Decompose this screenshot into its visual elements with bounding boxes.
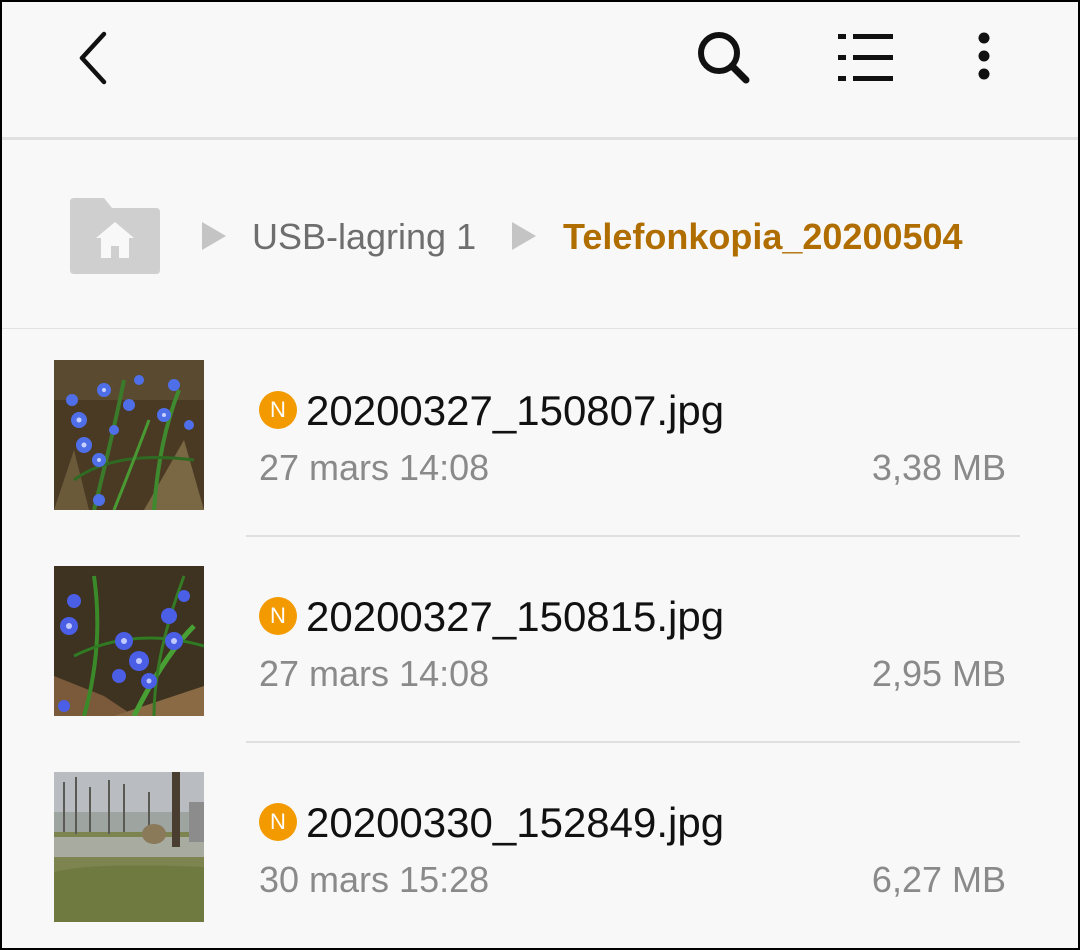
- file-size: 2,95 MB: [871, 653, 1006, 694]
- breadcrumb-separator-icon: [512, 222, 536, 250]
- file-date: 30 mars 15:28: [259, 859, 490, 900]
- breadcrumb-home[interactable]: [68, 196, 162, 276]
- file-row[interactable]: N 20200327_150807.jpg 27 mars 14:08 3,38…: [2, 329, 1078, 537]
- new-badge: N: [259, 391, 297, 429]
- more-vertical-icon: [978, 32, 990, 80]
- list-view-icon: [838, 34, 893, 81]
- file-size: 3,38 MB: [871, 447, 1006, 488]
- file-name: 20200330_152849.jpg: [306, 799, 725, 846]
- breadcrumb-item-current-folder[interactable]: Telefonkopia_20200504: [563, 214, 963, 260]
- file-size: 6,27 MB: [871, 859, 1006, 900]
- home-folder-icon: [70, 198, 160, 274]
- breadcrumb-item-usb-storage[interactable]: USB-lagring 1: [252, 214, 476, 260]
- breadcrumb-separator-icon: [202, 222, 226, 250]
- list-view-button[interactable]: [826, 18, 906, 98]
- new-badge: N: [259, 803, 297, 841]
- new-badge: N: [259, 597, 297, 635]
- file-list: N 20200327_150807.jpg 27 mars 14:08 3,38…: [2, 329, 1078, 948]
- file-thumbnail: [54, 772, 204, 922]
- file-row[interactable]: N 20200327_150815.jpg 27 mars 14:08 2,95…: [2, 535, 1078, 743]
- search-button[interactable]: [684, 18, 764, 98]
- back-button[interactable]: [54, 18, 134, 98]
- chevron-left-icon: [79, 31, 107, 85]
- toolbar: [2, 2, 1078, 137]
- file-date: 27 mars 14:08: [259, 653, 490, 694]
- file-name: 20200327_150815.jpg: [306, 593, 725, 640]
- search-icon: [698, 32, 750, 84]
- file-row[interactable]: N 20200330_152849.jpg 30 mars 15:28 6,27…: [2, 741, 1078, 947]
- file-date: 27 mars 14:08: [259, 447, 490, 488]
- more-options-button[interactable]: [944, 18, 1024, 98]
- file-thumbnail: [54, 360, 204, 510]
- file-name: 20200327_150807.jpg: [306, 387, 725, 434]
- breadcrumb: USB-lagring 1 Telefonkopia_20200504: [2, 140, 1078, 329]
- file-manager-screen: USB-lagring 1 Telefonkopia_20200504 N 20…: [2, 2, 1078, 948]
- file-thumbnail: [54, 566, 204, 716]
